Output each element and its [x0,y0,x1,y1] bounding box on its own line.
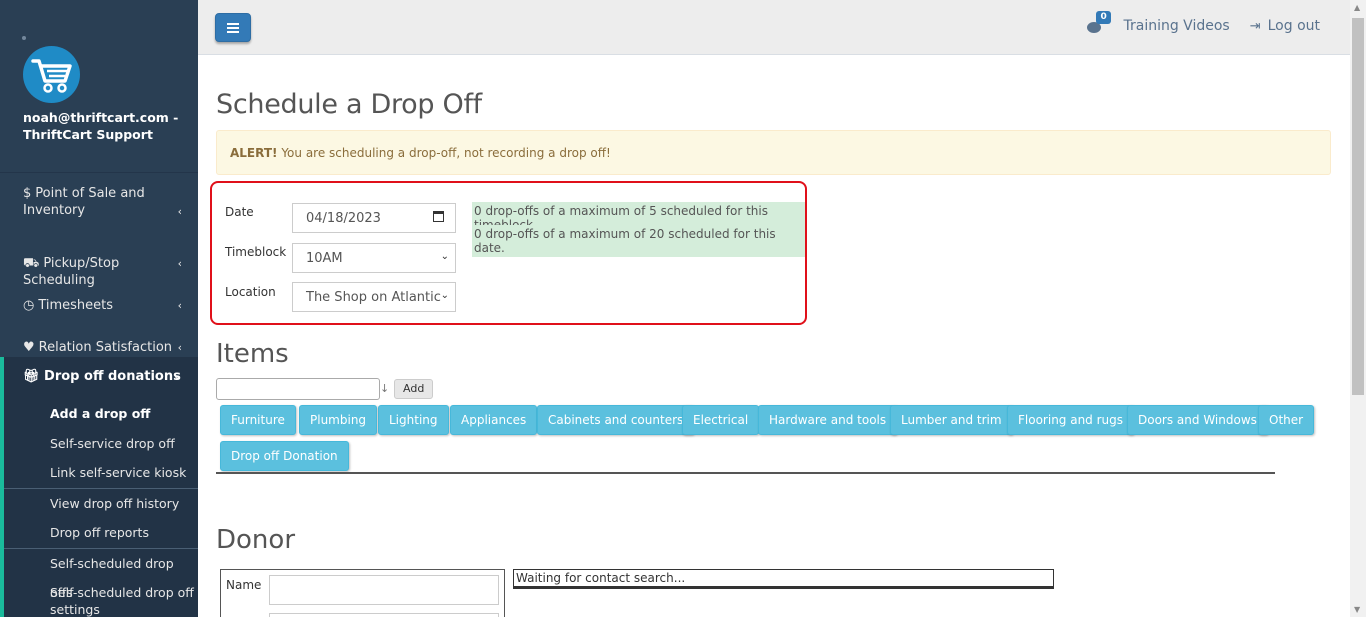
messages-icon[interactable]: 0 [1087,11,1111,33]
category-button-furniture[interactable]: Furniture [220,405,296,435]
page-title: Schedule a Drop Off [216,89,482,120]
category-button-drop-off-donation[interactable]: Drop off Donation [220,441,349,471]
alert-text: You are scheduling a drop-off, not recor… [277,146,611,160]
dollar-icon: $ [23,186,32,201]
category-button-plumbing[interactable]: Plumbing [299,405,378,435]
location-label: Location [225,285,276,299]
category-button-cabinets[interactable]: Cabinets and counters [537,405,695,435]
chevron-left-icon: ‹ [177,299,182,312]
sidebar-subitem-self-service-drop-off[interactable]: Self-service drop off [4,429,198,459]
training-videos-link[interactable]: Training Videos [1123,18,1229,34]
menu-toggle-button[interactable] [215,13,251,42]
donor-heading: Donor [216,525,296,555]
sidebar-subitem-self-scheduled-settings[interactable]: Self-scheduled drop off settings [4,578,198,617]
items-heading: Items [216,339,289,369]
chevron-down-icon: ⌄ [172,369,182,382]
chevron-left-icon: ‹ [177,341,182,354]
profile-name: noah@thriftcart.com - ThriftCart Support [23,110,179,142]
sidebar-item-label: Drop off donations [44,369,181,384]
sidebar-subitem-link-kiosk[interactable]: Link self-service kiosk [4,458,198,488]
timeblock-select[interactable]: 10AM ⌄ [292,243,456,273]
items-divider [216,472,1275,474]
page-scrollbar[interactable]: ▲ ▼ [1350,0,1366,617]
date-capacity-info: 0 drop-offs of a maximum of 20 scheduled… [472,225,805,257]
category-button-other[interactable]: Other [1258,405,1315,435]
scrollbar-thumb[interactable] [1352,18,1364,395]
main-content: Schedule a Drop Off ALERT! You are sched… [198,56,1350,617]
schedule-form: Date 04/18/2023 Timeblock 10AM ⌄ Locatio… [210,181,807,325]
category-button-electrical[interactable]: Electrical [682,405,760,435]
truck-icon: ⛟ [23,256,40,271]
logout-label: Log out [1267,18,1320,34]
sidebar-item-label: Timesheets [38,298,114,313]
sidebar-subitem-self-scheduled[interactable]: Self-scheduled drop offs [4,549,198,601]
contact-search-status: Waiting for contact search... [513,569,1054,589]
add-item-button[interactable]: Add [394,379,434,399]
donor-form: Name [220,569,505,617]
sidebar-item-label: Relation Satisfaction [38,340,173,355]
sidebar: noah@thriftcart.com - ThriftCart Support… [0,0,198,617]
date-input[interactable]: 04/18/2023 [292,203,456,233]
calendar-icon[interactable] [433,211,444,222]
top-right-nav: 0 Training Videos ⇥ Log out [1087,11,1320,34]
name-label: Name [226,578,262,592]
category-button-doors-windows[interactable]: Doors and Windows [1127,405,1268,435]
sidebar-item-drop-off-donations[interactable]: 🎁︎ Drop off donations ⌄ [4,357,198,399]
location-select[interactable]: The Shop on Atlantic ⌄ [292,282,456,312]
logout-link[interactable]: ⇥ Log out [1250,18,1320,34]
arrow-down-icon: ↓ [380,382,390,395]
chevron-left-icon: ‹ [177,205,182,218]
date-label: Date [225,205,254,219]
sidebar-subitem-drop-off-history[interactable]: View drop off history [4,489,198,519]
date-value: 04/18/2023 [306,211,381,226]
category-button-lighting[interactable]: Lighting [378,405,449,435]
cart-icon [30,58,72,93]
sidebar-subitem-drop-off-reports[interactable]: Drop off reports [4,518,198,548]
donor-field-input[interactable] [269,613,499,617]
top-navbar: 0 Training Videos ⇥ Log out [198,0,1350,55]
warning-alert: ALERT! You are scheduling a drop-off, no… [216,130,1331,175]
timeblock-label: Timeblock [225,245,287,259]
message-count-badge: 0 [1096,11,1111,24]
scroll-up-icon[interactable]: ▲ [1354,3,1360,12]
category-button-flooring[interactable]: Flooring and rugs [1007,405,1135,435]
chevron-down-icon: ⌄ [440,290,449,301]
sidebar-section-drop-off-donations: 🎁︎ Drop off donations ⌄ Add a drop off S… [0,357,198,617]
sidebar-menu: $ Point of Sale and Inventory ‹ ⛟ Pickup/S… [0,172,198,617]
sign-out-icon: ⇥ [1249,18,1261,34]
sidebar-item-pickup-scheduling[interactable]: ⛟ Pickup/Stop Scheduling ‹ [0,243,198,288]
profile-avatar [23,46,80,103]
item-search-input[interactable] [216,378,380,400]
chevron-down-icon: ⌄ [440,251,449,262]
category-button-lumber[interactable]: Lumber and trim [890,405,1013,435]
clock-icon: ◷ [23,298,35,313]
category-button-hardware[interactable]: Hardware and tools [758,405,898,435]
sidebar-dot [22,36,26,40]
heart-icon: ♥ [23,340,35,355]
sidebar-subitem-add-drop-off[interactable]: Add a drop off [4,399,198,429]
sidebar-submenu: Add a drop off Self-service drop off Lin… [4,399,198,617]
chevron-left-icon: ‹ [177,257,182,270]
timeblock-value: 10AM [306,251,343,266]
location-value: The Shop on Atlantic [306,290,441,305]
sidebar-item-point-of-sale[interactable]: $ Point of Sale and Inventory ‹ [0,173,198,243]
gift-icon: 🎁︎ [23,369,40,384]
sidebar-item-timesheets[interactable]: ◷ Timesheets ‹ [0,285,198,327]
hamburger-icon [227,26,239,29]
alert-strong: ALERT! [230,146,278,160]
donor-name-input[interactable] [269,575,499,605]
sidebar-item-label: Point of Sale and Inventory [23,186,145,218]
scroll-down-icon[interactable]: ▼ [1354,605,1360,614]
category-button-appliances[interactable]: Appliances [450,405,538,435]
